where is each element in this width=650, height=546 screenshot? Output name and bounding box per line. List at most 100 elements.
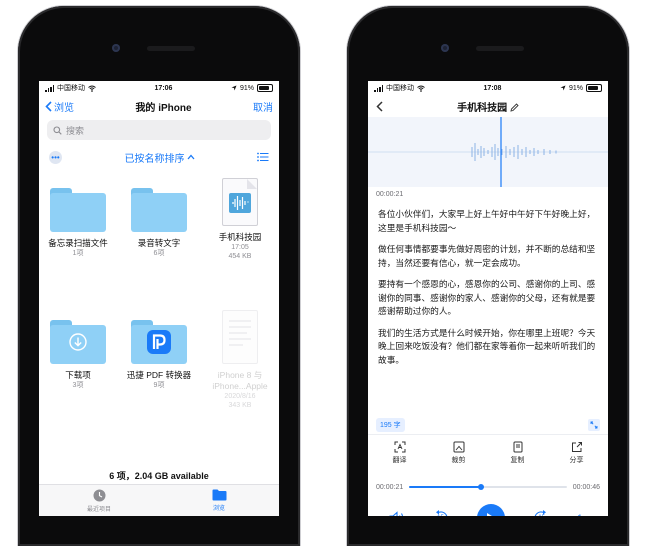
waveform-time: 00:00:21 — [376, 191, 404, 198]
edit-icon[interactable] — [510, 102, 519, 112]
battery-percent: 91% — [239, 84, 254, 92]
file-item[interactable]: 迅捷 PDF 转换器 9项 — [122, 320, 196, 390]
file-name: 迅捷 PDF 转换器 — [126, 370, 192, 380]
back-icon[interactable] — [376, 100, 383, 112]
ellipsis-icon: ••• — [51, 152, 60, 162]
playback-progress: 00:00:21 00:00:46 — [368, 477, 608, 497]
sort-button[interactable]: 已按名称排序 — [125, 150, 195, 165]
back-label: 浏览 — [54, 102, 74, 114]
transcript-paragraph: 做任何事情都要事先做好周密的计划，并不断的总结和坚持，当然还要有信心，就一定会成… — [378, 244, 596, 268]
storage-summary: 6 项，2.04 GB available — [109, 471, 209, 481]
tab-recents[interactable]: 最近项目 — [39, 485, 159, 516]
file-size: 343 KB — [228, 402, 252, 409]
waveform-panel[interactable] — [368, 117, 608, 187]
files-screen: 中国移动 17:06 91% 浏览 我的 iPhone 取消 搜索 ••• 已按… — [39, 81, 279, 516]
file-meta: 1项 — [72, 250, 84, 257]
file-meta: 9项 — [153, 382, 165, 389]
transcript-paragraph: 我们的生活方式是什么时候开始，你在哪里上班呢？今天晚上回来吃饭没有？他们都在家等… — [378, 327, 596, 365]
battery-icon — [585, 84, 602, 92]
transcript-screen: 中国移动 17:08 91% 手机科技园 00:00:21 各位小伙伴们，大家早… — [368, 81, 608, 516]
phone-right: 中国移动 17:08 91% 手机科技园 00:00:21 各位小伙伴们，大家早… — [347, 6, 629, 546]
share-button[interactable]: 分享 — [570, 441, 584, 473]
current-time: 00:00:21 — [376, 483, 404, 491]
volume-icon[interactable] — [389, 511, 405, 516]
file-meta: 6项 — [153, 250, 165, 257]
action-label: 复制 — [510, 457, 525, 464]
translate-button[interactable]: 翻译 — [393, 441, 407, 473]
location-icon — [231, 85, 237, 91]
progress-slider[interactable] — [409, 484, 567, 490]
battery-icon — [256, 84, 273, 92]
transcript-paragraph: 要持有一个感恩的心，感恩你的公司、感谢你的上司、感谢你的同事、感谢你的家人、感谢… — [378, 279, 596, 316]
progress-knob[interactable] — [478, 484, 485, 490]
transcript-paragraph: 各位小伙伴们，大家早上好上午好中午好下午好晚上好，这里是手机科技园～ — [378, 209, 596, 233]
player-controls: 15 15 1x — [368, 497, 608, 516]
download-folder-icon — [50, 320, 106, 364]
tab-label: 浏览 — [212, 506, 225, 512]
search-placeholder: 搜索 — [66, 125, 85, 136]
carrier-label: 中国移动 — [57, 85, 85, 92]
search-input[interactable]: 搜索 — [47, 120, 271, 140]
play-button[interactable] — [477, 504, 506, 516]
phone-left: 中国移动 17:06 91% 浏览 我的 iPhone 取消 搜索 ••• 已按… — [18, 6, 300, 546]
file-item[interactable]: 备忘录扫描文件 1项 — [41, 188, 115, 258]
front-camera — [112, 44, 120, 52]
skip-forward-button[interactable]: 15 — [531, 510, 551, 516]
more-options-button[interactable]: ••• — [49, 150, 62, 164]
signal-icon — [374, 84, 383, 92]
file-meta: 2020/8/16 — [224, 393, 256, 400]
file-meta: 17:05 — [231, 244, 249, 251]
progress-fill — [409, 486, 482, 488]
carrier-label: 中国移动 — [386, 85, 414, 92]
sort-label: 已按名称排序 — [124, 153, 185, 165]
total-time: 00:00:46 — [572, 483, 600, 491]
nav-bar: 浏览 我的 iPhone 取消 — [39, 95, 279, 117]
app-folder-icon — [131, 320, 187, 364]
status-bar: 中国移动 17:08 91% — [368, 81, 608, 95]
tab-browse[interactable]: 浏览 — [159, 485, 279, 516]
file-meta: 3项 — [72, 382, 84, 389]
status-bar: 中国移动 17:06 91% — [39, 81, 279, 95]
page-title: 我的 iPhone — [135, 102, 192, 114]
expand-icon — [590, 421, 598, 429]
folder-tab-icon — [212, 489, 226, 501]
tab-bar: 最近项目 浏览 — [39, 484, 279, 516]
wifi-icon — [88, 85, 96, 92]
tab-label: 最近项目 — [86, 506, 111, 513]
file-name: 手机科技园 — [218, 232, 262, 242]
clock-icon — [93, 489, 105, 501]
folder-icon — [131, 188, 187, 232]
copy-button[interactable]: 复制 — [511, 441, 525, 473]
wifi-icon — [417, 85, 425, 92]
search-icon — [53, 125, 62, 135]
waveform-graphic — [368, 117, 608, 187]
nav-bar: 手机科技园 — [368, 95, 608, 117]
skip-back-seconds: 15 — [437, 515, 444, 517]
expand-button[interactable] — [588, 419, 600, 431]
recording-title: 手机科技园 — [368, 99, 608, 114]
file-item[interactable]: 下载项 3项 — [41, 320, 115, 390]
cancel-button[interactable]: 取消 — [253, 99, 273, 114]
chevron-left-icon — [45, 100, 52, 112]
signal-icon — [45, 84, 54, 92]
clock-label: 17:06 — [154, 84, 173, 92]
action-bar: 翻译 裁剪 复制 分享 — [368, 434, 608, 473]
file-item[interactable]: 手机科技园 17:05 454 KB — [203, 178, 277, 261]
battery-percent: 91% — [568, 84, 583, 92]
file-name: 录音转文字 — [137, 238, 181, 248]
title-label: 手机科技园 — [457, 102, 508, 114]
folder-icon — [50, 188, 106, 232]
transcript-text[interactable]: 各位小伙伴们，大家早上好上午好中午好下午好晚上好，这里是手机科技园～ 做任何事情… — [368, 202, 608, 416]
list-view-icon[interactable] — [257, 152, 269, 162]
skip-forward-seconds: 15 — [538, 515, 545, 517]
skip-back-button[interactable]: 15 — [431, 510, 451, 516]
file-item[interactable]: 录音转文字 6项 — [122, 188, 196, 258]
crop-icon — [453, 441, 464, 453]
speed-button[interactable]: 1x — [577, 513, 587, 516]
copy-icon — [513, 441, 522, 453]
back-button[interactable]: 浏览 — [45, 99, 74, 114]
chevron-up-icon — [187, 154, 194, 160]
earpiece-speaker — [476, 46, 524, 51]
file-item[interactable]: iPhone 8 与 iPhone...Apple 2020/8/16 343 … — [203, 310, 277, 410]
crop-button[interactable]: 裁剪 — [452, 441, 466, 473]
